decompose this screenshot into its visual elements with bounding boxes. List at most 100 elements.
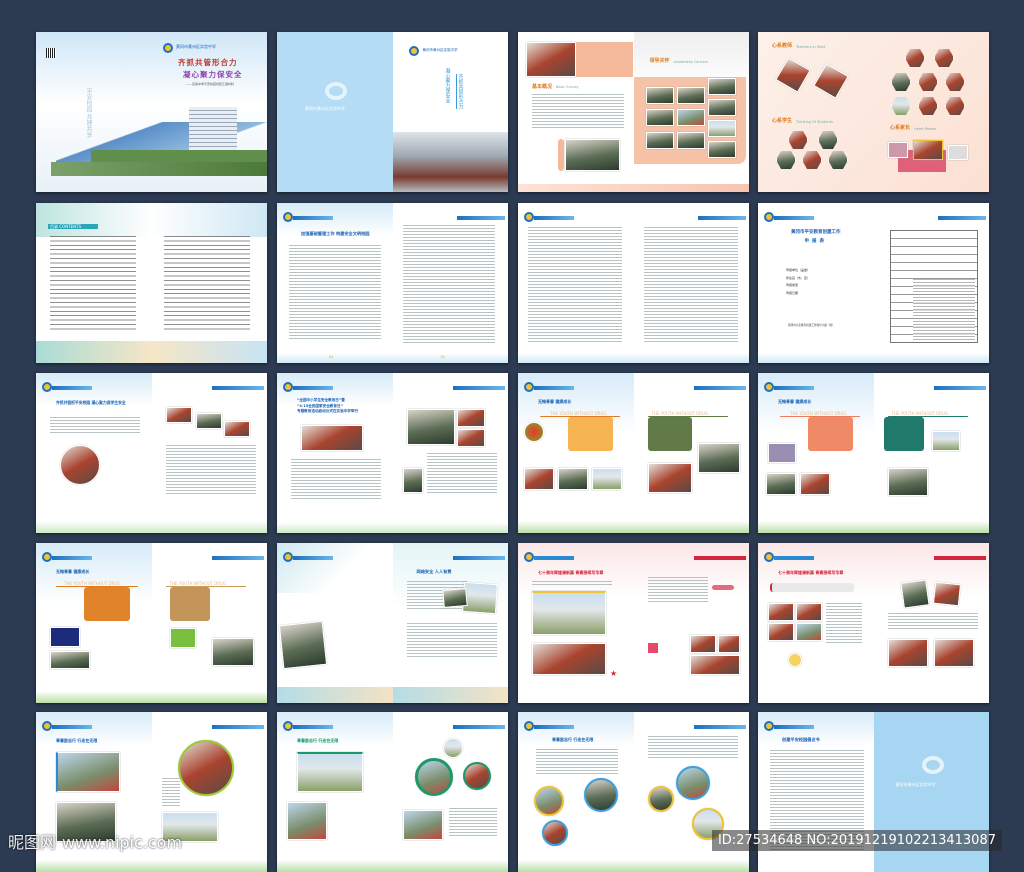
school-name: 黄冈市黄州区实验中学 [422, 48, 458, 52]
color-panel [808, 417, 853, 451]
color-panel [84, 587, 130, 621]
brochure-page: 无悔青春 健康成长 THE YOUTH WITHOUT DRUG [758, 373, 874, 533]
photo [918, 97, 938, 115]
decoration [633, 860, 749, 872]
spread-anniversary-2[interactable]: 七十周年辉煌谱新篇 青春接续写华章 [758, 543, 989, 703]
color-panel [647, 417, 692, 451]
header-bar [693, 556, 746, 560]
spread-care[interactable]: 心系教师 Teachers In Mind 心系学生 Thinking Of S… [758, 32, 989, 192]
section-subtitle: Thinking Of Students [796, 120, 833, 124]
photo [934, 49, 954, 67]
color-panel [169, 587, 210, 621]
spread-safety-day-event[interactable]: “全国中小学生安全教育日”暨 “4·15全民国家安全教育日” 专题教育活动启动仪式在… [277, 373, 508, 533]
photo [645, 109, 674, 126]
article-title: 网络安全 人人有责 [416, 569, 452, 574]
color-panel [711, 585, 734, 590]
color-panel [770, 583, 854, 592]
school-logo-icon [524, 552, 534, 562]
header-bar [293, 725, 333, 729]
body-text [532, 94, 624, 130]
contents-list-left[interactable] [50, 236, 136, 331]
body-text [406, 623, 497, 657]
form-fields: 申报单位（盖章） 所在县（市、区） 申报类型 申报日期 [786, 267, 810, 297]
school-logo-icon [764, 552, 774, 562]
spread-network-safety[interactable]: 网络安全 人人有责 [277, 543, 508, 703]
header-bar [452, 725, 505, 729]
photo [689, 655, 740, 675]
spread-article-management[interactable]: 加强基础管理工作 构建安全文明校园 01 02 [277, 203, 508, 363]
decoration [518, 860, 634, 872]
decoration [392, 353, 508, 363]
photo [532, 643, 606, 675]
body-text [643, 227, 738, 343]
photo [932, 581, 961, 607]
decoration: 昵图网 [8, 833, 57, 852]
brochure-page: 七十周年辉煌谱新篇 青春接续写华章 [758, 543, 874, 703]
school-name: 黄冈市黄州区实验中学 [895, 782, 936, 787]
brochure-page: 领导关怀 Leadership Concern [633, 32, 749, 192]
body-text [161, 778, 180, 808]
spread-application-form[interactable]: 黄冈市平安教育创建工作 申报表 申报单位（盖章） 所在县（市、区） 申报类型 申报日期… [758, 203, 989, 363]
contents-list-right[interactable] [164, 236, 250, 331]
photo [945, 73, 965, 91]
decoration: 所在县（市、区） [786, 275, 811, 280]
spread-anniversary-1[interactable]: 七十周年辉煌谱新篇 青春接续写华章 ★ [518, 543, 749, 703]
decoration [91, 150, 267, 162]
photo [768, 443, 796, 463]
photo [287, 802, 327, 840]
decoration [36, 521, 152, 533]
spread-youth-2[interactable]: 无悔青春 健康成长 THE YOUTH WITHOUT DRUG THE YOU… [758, 373, 989, 533]
photo [676, 109, 705, 126]
photo [169, 628, 196, 648]
brochure-page [633, 203, 749, 363]
spread-cover[interactable]: 黄冈市黄州区实验中学 齐抓共管形合力 凝心聚力保安全 ——实验中学平安校园创建汇… [36, 32, 267, 192]
brochure-page: THE YOUTH WITHOUT DRUG [151, 543, 267, 703]
spread-inner-cover[interactable]: 黄冈市黄州区实验中学 黄冈市黄州区实验中学 齐抓共管形合力 凝心聚力保安全 [277, 32, 508, 192]
header-bar [534, 725, 574, 729]
photo [524, 422, 544, 442]
photo [707, 78, 736, 95]
photo [717, 635, 740, 653]
school-logo-icon [524, 212, 534, 222]
brochure-page: 黄冈市黄州区实验中学 [277, 32, 393, 192]
article-title: 齐抓共管抓平安校园 凝心聚力保学生安全 [56, 400, 126, 405]
photo [406, 409, 455, 445]
spread-article-text[interactable] [518, 203, 749, 363]
body-text [887, 613, 978, 631]
decoration: 目录 [50, 224, 58, 229]
spread-basic-survey[interactable]: 基本概况 Basic Survey 领导关怀 Leadership Concer… [518, 32, 749, 192]
header-bar [697, 216, 746, 220]
body-text [647, 736, 738, 758]
photo [542, 820, 568, 846]
brochure-page [634, 543, 750, 703]
photo [647, 463, 692, 493]
decoration [277, 687, 393, 703]
decoration [277, 353, 393, 363]
inner-title-line1: 齐抓共管形合力 [455, 74, 464, 109]
photo [675, 766, 710, 800]
photo [802, 151, 822, 169]
photo [558, 468, 588, 490]
cover-subtitle: ——实验中学平安校园创建汇报材料 [186, 82, 235, 86]
photo [534, 786, 564, 816]
decoration: 申报类型 [786, 283, 799, 287]
spread-contents[interactable]: 目录 CONTENTS [36, 203, 267, 363]
spread-youth-1[interactable]: 无悔青春 健康成长 THE YOUTH WITHOUT DRUG THE YOU… [518, 373, 749, 533]
photo [584, 778, 618, 812]
spread-march-2[interactable]: 青春励志行 行走在无限 [277, 712, 508, 872]
header-bar [52, 386, 92, 390]
photo [165, 407, 192, 423]
spread-safety-campus[interactable]: 齐抓共管抓平安校园 凝心聚力保学生安全 [36, 373, 267, 533]
spread-youth-3[interactable]: 无悔青春 健康成长 THE YOUTH WITHOUT DRUG THE YOU… [36, 543, 267, 703]
star-icon: ★ [610, 669, 618, 678]
photo [462, 762, 491, 790]
photo [707, 99, 736, 116]
school-logo-icon [42, 552, 52, 562]
school-name: 黄冈市黄州区实验中学 [176, 44, 216, 49]
header-bar [452, 386, 505, 390]
photo [526, 42, 576, 77]
school-logo-icon [764, 721, 774, 731]
color-panel [883, 417, 924, 451]
form-subtitle: 申报表 [804, 239, 827, 244]
school-logo-icon [524, 721, 534, 731]
